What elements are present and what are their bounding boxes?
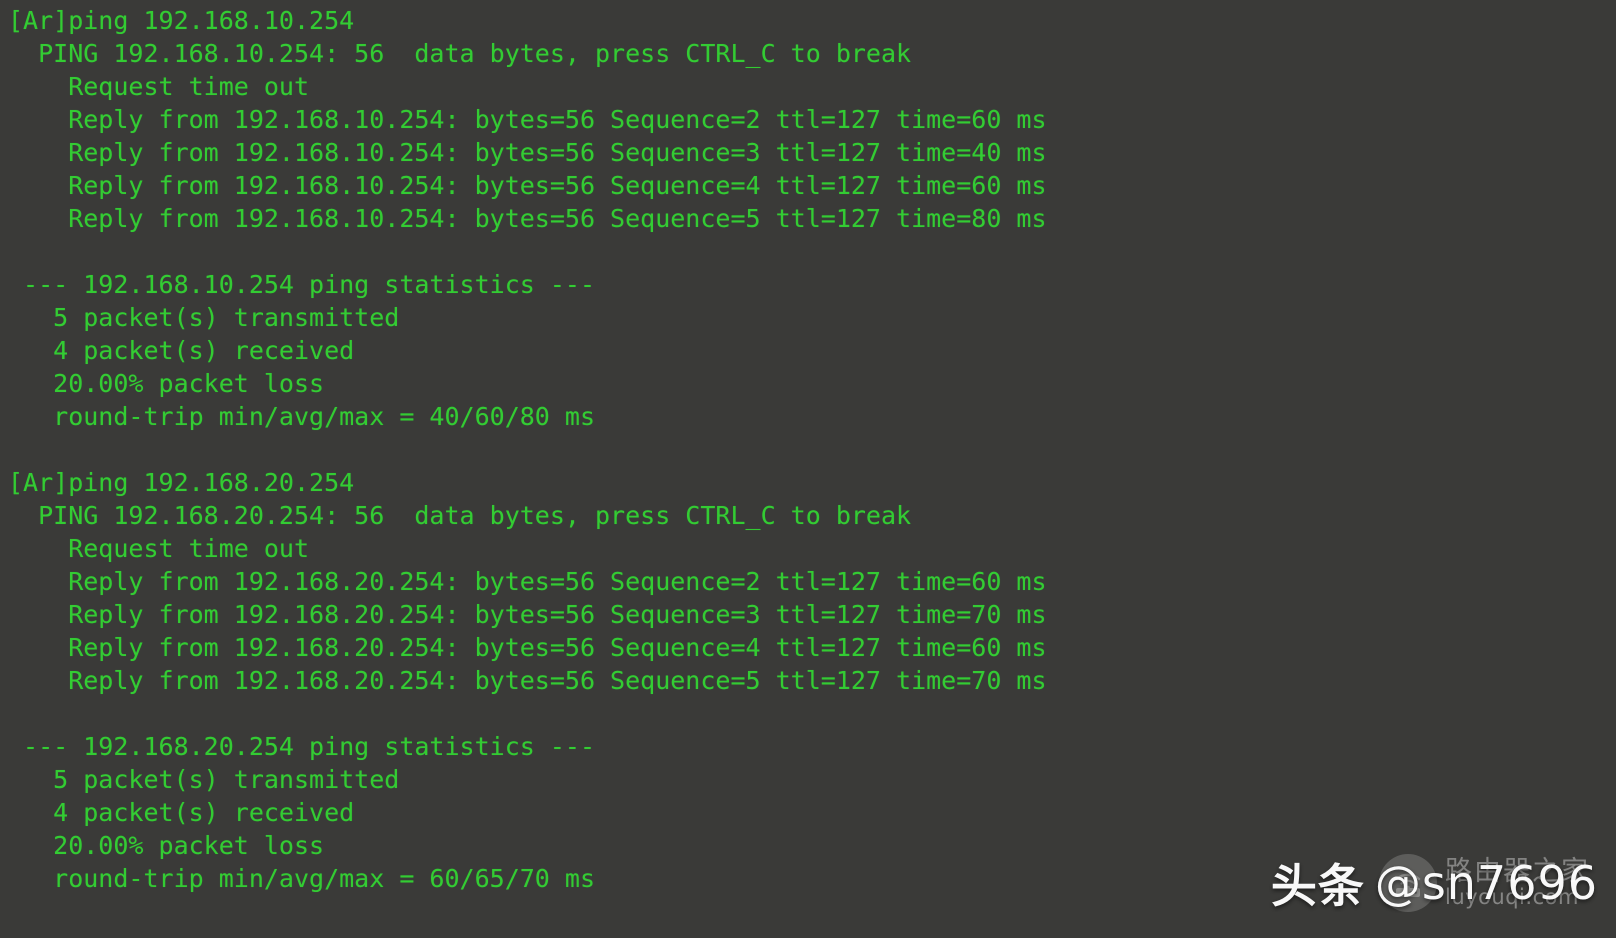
terminal-line: --- 192.168.10.254 ping statistics --- [8,270,595,299]
terminal-line: --- 192.168.20.254 ping statistics --- [8,732,595,761]
terminal-line: Request time out [8,72,310,101]
terminal-line: Reply from 192.168.20.254: bytes=56 Sequ… [8,633,1047,662]
terminal-line: 5 packet(s) transmitted [8,303,400,332]
terminal-line: Reply from 192.168.10.254: bytes=56 Sequ… [8,105,1047,134]
terminal-line: [Ar]ping 192.168.20.254 [8,468,355,497]
terminal-output[interactable]: [Ar]ping 192.168.10.254 PING 192.168.10.… [0,0,1616,938]
terminal-line: Request time out [8,534,310,563]
terminal-line: round-trip min/avg/max = 40/60/80 ms [8,402,595,431]
terminal-line: 4 packet(s) received [8,336,355,365]
terminal-line: Reply from 192.168.10.254: bytes=56 Sequ… [8,204,1047,233]
terminal-line: Reply from 192.168.20.254: bytes=56 Sequ… [8,600,1047,629]
terminal-screen: [Ar]ping 192.168.10.254 PING 192.168.10.… [0,0,1616,938]
terminal-line: 4 packet(s) received [8,798,355,827]
terminal-line: PING 192.168.10.254: 56 data bytes, pres… [8,39,912,68]
toutiao-handle: @sn7696 [1374,856,1598,910]
terminal-line: Reply from 192.168.10.254: bytes=56 Sequ… [8,138,1047,167]
terminal-line: 20.00% packet loss [8,369,325,398]
terminal-line: Reply from 192.168.20.254: bytes=56 Sequ… [8,666,1047,695]
terminal-line: Reply from 192.168.20.254: bytes=56 Sequ… [8,567,1047,596]
terminal-line: PING 192.168.20.254: 56 data bytes, pres… [8,501,912,530]
terminal-line: 5 packet(s) transmitted [8,765,400,794]
terminal-line: Reply from 192.168.10.254: bytes=56 Sequ… [8,171,1047,200]
toutiao-platform-label: 头条 [1270,859,1365,913]
terminal-line: [Ar]ping 192.168.10.254 [8,6,355,35]
watermark-toutiao: 头条 @sn7696 [1271,850,1598,916]
